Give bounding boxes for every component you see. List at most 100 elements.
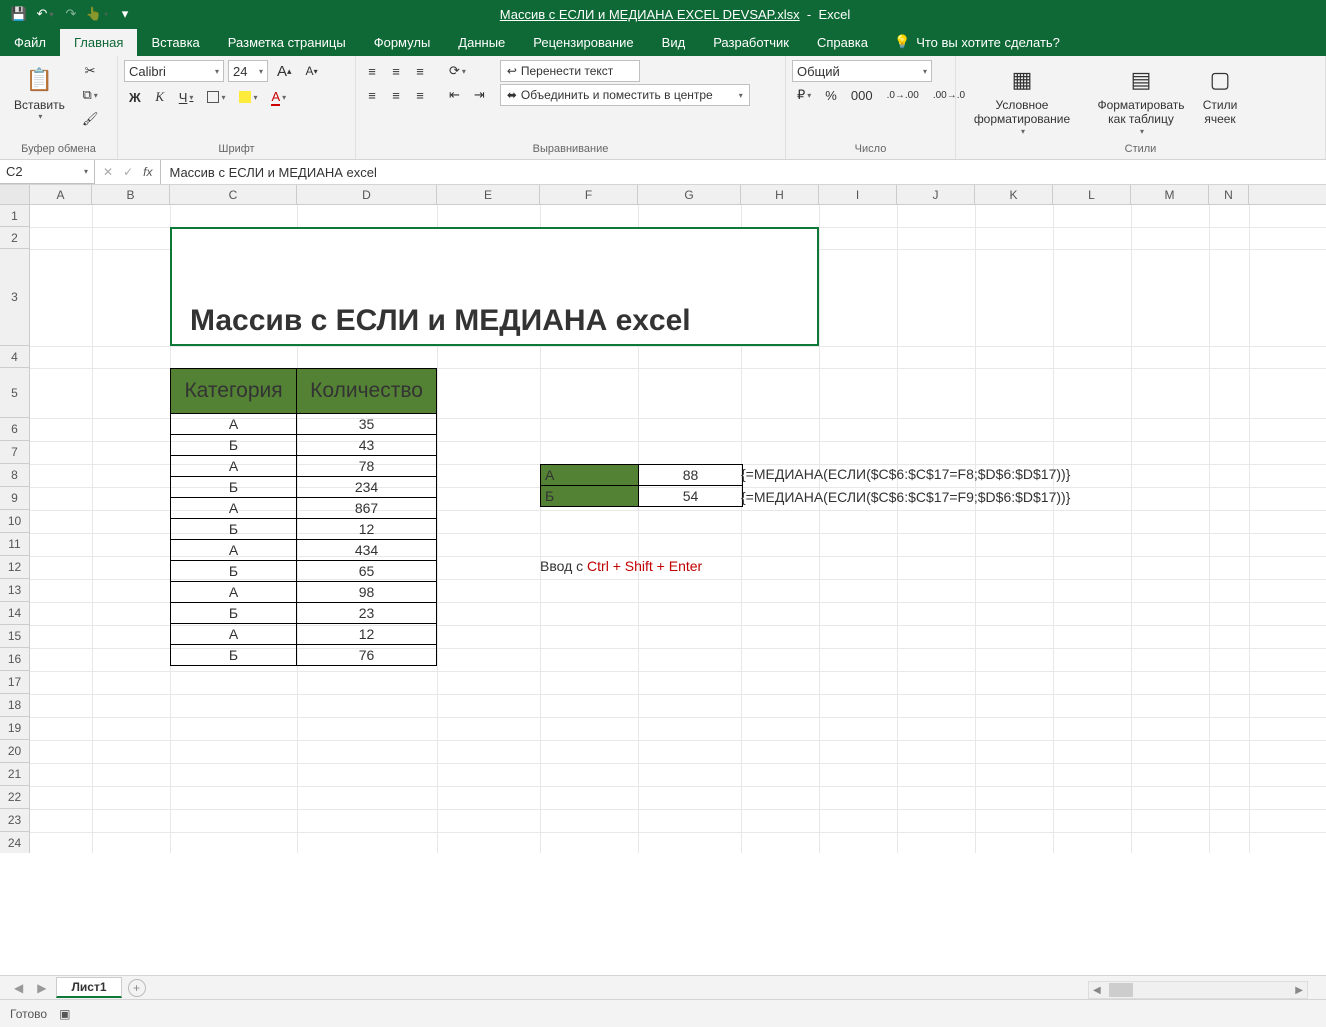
col-header-A[interactable]: A [30, 185, 92, 204]
format-as-table-button[interactable]: ▤ Форматировать как таблицу▾ [1086, 60, 1196, 140]
align-bottom-button[interactable]: ≡ [410, 60, 430, 82]
worksheet[interactable]: ABCDEFGHIJKLMN 1234567891011121314151617… [0, 185, 1326, 853]
sheet-tab[interactable]: Лист1 [56, 977, 121, 998]
result-value[interactable]: 88 [639, 465, 742, 485]
result-key[interactable]: Б [541, 486, 639, 506]
table-cell[interactable]: 65 [297, 561, 436, 581]
tab-вид[interactable]: Вид [648, 29, 700, 56]
col-header-K[interactable]: K [975, 185, 1053, 204]
align-middle-button[interactable]: ≡ [386, 60, 406, 82]
wrap-text-button[interactable]: ↩Перенести текст [500, 60, 640, 82]
table-cell[interactable]: 43 [297, 435, 436, 455]
align-center-button[interactable]: ≡ [386, 84, 406, 106]
row-header-23[interactable]: 23 [0, 809, 29, 832]
tell-me[interactable]: 💡 Что вы хотите сделать? [882, 28, 1072, 56]
orientation-button[interactable]: ⟳▾ [444, 60, 471, 82]
qat-customize-icon[interactable]: ▾ [116, 5, 134, 23]
scroll-left-icon[interactable]: ◀ [1089, 985, 1105, 996]
grow-font-button[interactable]: A▴ [272, 60, 297, 82]
table-cell[interactable]: Б [171, 645, 297, 665]
comma-format-button[interactable]: 000 [846, 84, 878, 106]
tab-файл[interactable]: Файл [0, 29, 60, 56]
border-button[interactable]: ▾ [202, 86, 230, 108]
col-header-L[interactable]: L [1053, 185, 1131, 204]
row-header-16[interactable]: 16 [0, 648, 29, 671]
underline-button[interactable]: Ч▾ [174, 86, 199, 108]
scroll-right-icon[interactable]: ▶ [1291, 985, 1307, 996]
table-cell[interactable]: 23 [297, 603, 436, 623]
table-cell[interactable]: 35 [297, 414, 436, 434]
touch-mode-icon[interactable]: 👆▾ [88, 5, 106, 23]
save-icon[interactable]: 💾 [10, 5, 28, 23]
table-cell[interactable]: Б [171, 477, 297, 497]
tab-данные[interactable]: Данные [444, 29, 519, 56]
macro-record-icon[interactable]: ▣ [59, 1007, 70, 1021]
table-cell[interactable]: 867 [297, 498, 436, 518]
font-name-select[interactable]: Calibri▾ [124, 60, 224, 82]
align-top-button[interactable]: ≡ [362, 60, 382, 82]
row-header-6[interactable]: 6 [0, 418, 29, 441]
copy-button[interactable]: ▾ [77, 84, 104, 106]
col-header-D[interactable]: D [297, 185, 437, 204]
table-cell[interactable]: А [171, 582, 297, 602]
fill-color-button[interactable]: ▾ [234, 86, 262, 108]
tab-формулы[interactable]: Формулы [360, 29, 445, 56]
table-cell[interactable]: Б [171, 603, 297, 623]
result-value[interactable]: 54 [639, 486, 742, 506]
row-header-14[interactable]: 14 [0, 602, 29, 625]
formula-display[interactable]: {=МЕДИАНА(ЕСЛИ($C$6:$C$17=F8;$D$6:$D$17)… [741, 466, 1070, 482]
name-box[interactable]: C2▾ [0, 160, 95, 184]
col-header-N[interactable]: N [1209, 185, 1249, 204]
table-cell[interactable]: 78 [297, 456, 436, 476]
sheet-nav-next-icon[interactable]: ▶ [33, 981, 50, 995]
col-header-F[interactable]: F [540, 185, 638, 204]
select-all-corner[interactable] [0, 185, 30, 204]
table-cell[interactable]: 12 [297, 624, 436, 644]
table-cell[interactable]: 76 [297, 645, 436, 665]
fx-icon[interactable]: fx [143, 165, 152, 179]
tab-рецензирование[interactable]: Рецензирование [519, 29, 647, 56]
row-header-5[interactable]: 5 [0, 368, 29, 418]
table-cell[interactable]: А [171, 498, 297, 518]
table-cell[interactable]: А [171, 624, 297, 644]
undo-icon[interactable]: ↶▾ [36, 5, 54, 23]
col-header-J[interactable]: J [897, 185, 975, 204]
table-cell[interactable]: Б [171, 561, 297, 581]
row-header-4[interactable]: 4 [0, 346, 29, 368]
col-header-H[interactable]: H [741, 185, 819, 204]
row-header-18[interactable]: 18 [0, 694, 29, 717]
add-sheet-button[interactable]: + [128, 979, 146, 997]
row-header-19[interactable]: 19 [0, 717, 29, 740]
italic-button[interactable]: К [150, 86, 170, 108]
row-header-7[interactable]: 7 [0, 441, 29, 464]
paste-button[interactable]: 📋 Вставить ▾ [6, 60, 73, 126]
format-painter-button[interactable] [77, 108, 104, 130]
row-header-11[interactable]: 11 [0, 533, 29, 556]
increase-decimal-button[interactable]: .0→.00 [882, 84, 924, 106]
row-header-9[interactable]: 9 [0, 487, 29, 510]
percent-format-button[interactable]: % [820, 84, 842, 106]
table-cell[interactable]: 98 [297, 582, 436, 602]
col-header-I[interactable]: I [819, 185, 897, 204]
col-header-M[interactable]: M [1131, 185, 1209, 204]
row-header-21[interactable]: 21 [0, 763, 29, 786]
row-header-20[interactable]: 20 [0, 740, 29, 763]
col-header-G[interactable]: G [638, 185, 741, 204]
result-key[interactable]: А [541, 465, 639, 485]
row-header-1[interactable]: 1 [0, 205, 29, 227]
indent-decrease-button[interactable]: ⇤ [444, 84, 465, 106]
conditional-formatting-button[interactable]: ▦ Условное форматирование▾ [962, 60, 1082, 140]
bold-button[interactable]: Ж [124, 86, 146, 108]
row-header-15[interactable]: 15 [0, 625, 29, 648]
scroll-thumb[interactable] [1109, 983, 1133, 997]
row-header-24[interactable]: 24 [0, 832, 29, 853]
number-format-select[interactable]: Общий▾ [792, 60, 932, 82]
table-cell[interactable]: 12 [297, 519, 436, 539]
title-cell[interactable]: Массив с ЕСЛИ и МЕДИАНА excel [170, 227, 819, 346]
font-size-select[interactable]: 24▾ [228, 60, 268, 82]
font-color-button[interactable]: А▾ [266, 86, 291, 108]
table-cell[interactable]: А [171, 540, 297, 560]
tab-разметка страницы[interactable]: Разметка страницы [214, 29, 360, 56]
col-header-B[interactable]: B [92, 185, 170, 204]
enter-formula-icon[interactable]: ✓ [123, 165, 133, 179]
